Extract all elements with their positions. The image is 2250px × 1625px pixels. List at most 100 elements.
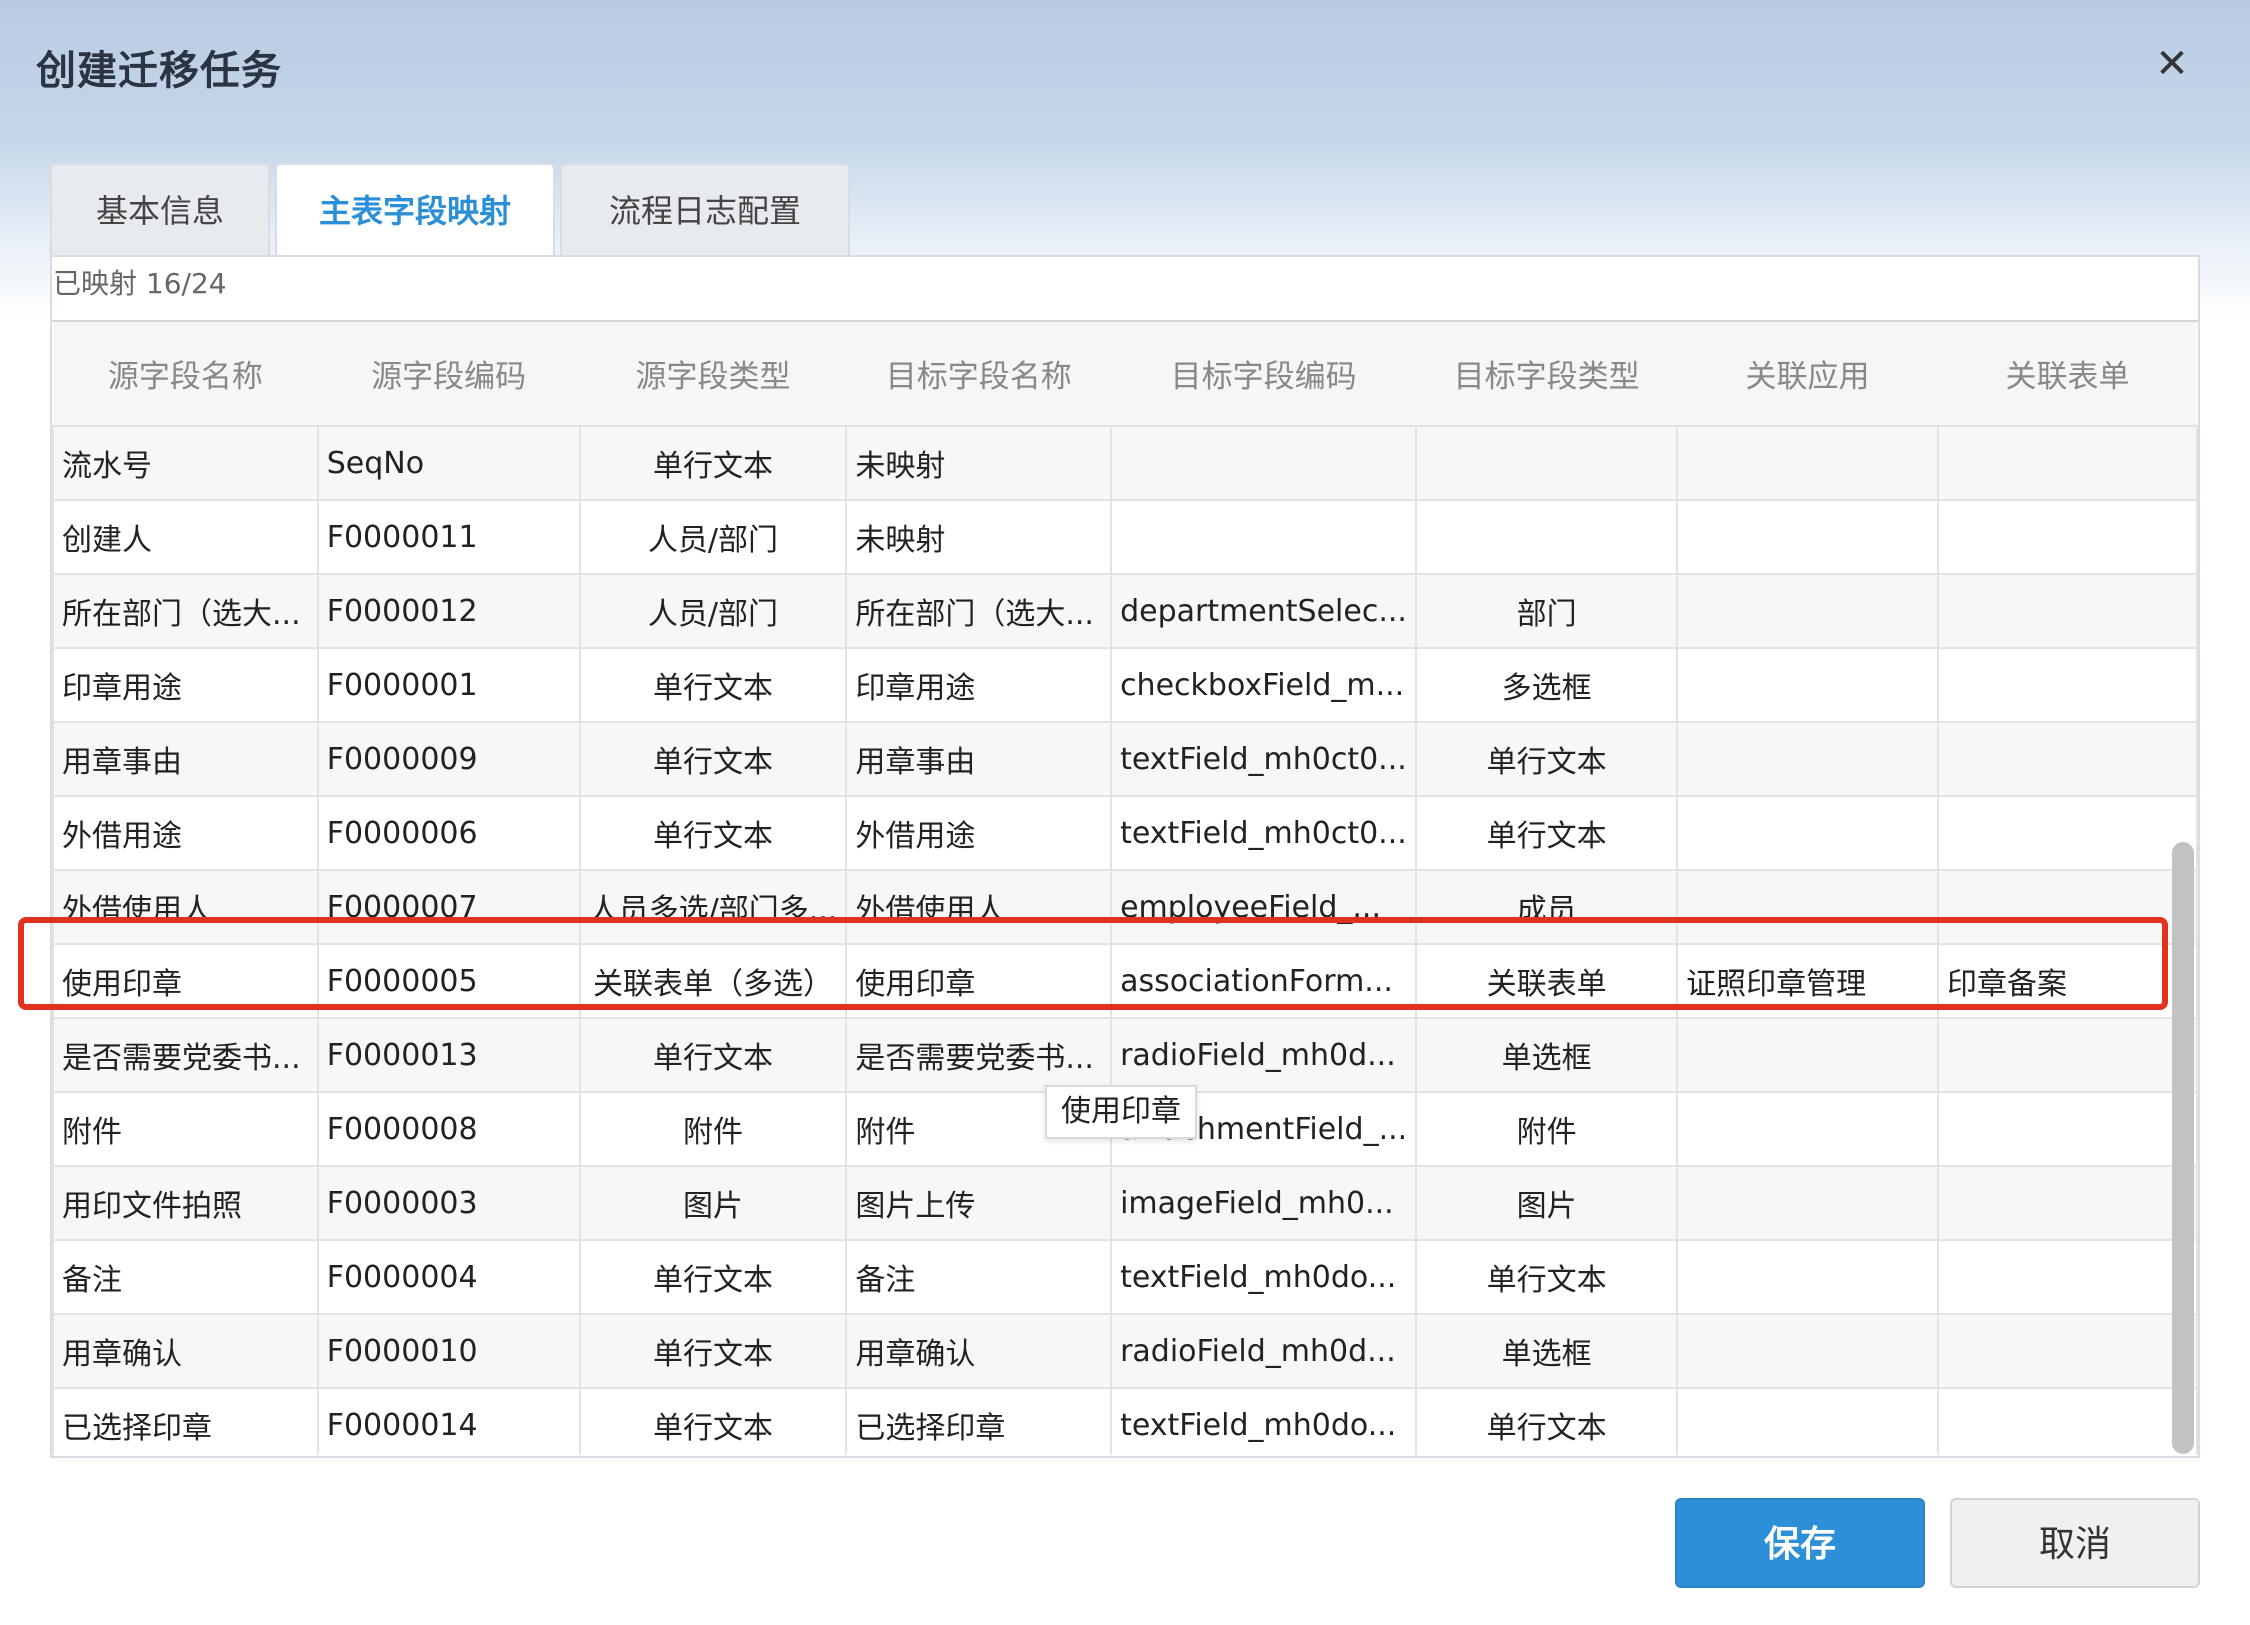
cell-target-field-code: departmentSelec... bbox=[1110, 573, 1418, 649]
table-row[interactable]: 是否需要党委书... F0000013 单行文本 是否需要党委书... radioFie… bbox=[52, 1017, 2198, 1093]
cell-target-field-type: 单行文本 bbox=[1415, 1387, 1679, 1455]
cell-source-field-code: F0000005 bbox=[316, 943, 581, 1019]
cell-linked-app bbox=[1676, 647, 1939, 723]
cell-linked-app bbox=[1676, 721, 1939, 797]
cell-source-field-type: 单行文本 bbox=[578, 425, 848, 501]
cell-source-field-name: 是否需要党委书... bbox=[52, 1017, 319, 1093]
table-row[interactable]: 用印文件拍照 F0000003 图片 图片上传 imageField_mh0... 图片 bbox=[52, 1165, 2198, 1241]
vertical-scrollbar[interactable] bbox=[2172, 842, 2194, 1454]
cell-linked-form bbox=[1936, 1387, 2198, 1455]
table-row[interactable]: 外借用途 F0000006 单行文本 外借用途 textField_mh0ct0... 单… bbox=[52, 795, 2198, 871]
cell-linked-form: 印章备案 bbox=[1936, 943, 2198, 1019]
cell-target-field-type: 多选框 bbox=[1415, 647, 1679, 723]
cell-source-field-code: F0000014 bbox=[316, 1387, 581, 1455]
cell-linked-app: 证照印章管理 bbox=[1676, 943, 1939, 1019]
cell-source-field-name: 用章事由 bbox=[52, 721, 319, 797]
column-header-source-field-name: 源字段名称 bbox=[53, 322, 318, 426]
cell-target-field-code: radioField_mh0d... bbox=[1110, 1313, 1418, 1389]
cell-source-field-type: 人员/部门 bbox=[578, 499, 848, 575]
table-row[interactable]: 用章确认 F0000010 单行文本 用章确认 radioField_mh0d... 单选… bbox=[52, 1313, 2198, 1389]
cell-source-field-name: 用印文件拍照 bbox=[52, 1165, 319, 1241]
cell-target-field-name: 未映射 bbox=[845, 499, 1113, 575]
cell-source-field-code: F0000001 bbox=[316, 647, 581, 723]
cell-target-field-type: 单行文本 bbox=[1415, 721, 1679, 797]
cell-linked-app bbox=[1676, 1239, 1939, 1315]
cell-source-field-type: 人员多选/部门多... bbox=[578, 869, 848, 945]
table-row[interactable]: 使用印章 F0000005 关联表单（多选） 使用印章 associationForm.… bbox=[52, 943, 2198, 1019]
cell-target-field-type: 成员 bbox=[1415, 869, 1679, 945]
cell-linked-form bbox=[1936, 1017, 2198, 1093]
cell-target-field-code bbox=[1110, 499, 1418, 575]
mapped-count-text: 已映射 16/24 bbox=[53, 267, 227, 300]
cell-source-field-code: F0000010 bbox=[316, 1313, 581, 1389]
cell-source-field-name: 流水号 bbox=[52, 425, 319, 501]
cell-source-field-code: SeqNo bbox=[316, 425, 581, 501]
cell-target-field-name: 图片上传 bbox=[845, 1165, 1113, 1241]
cell-source-field-code: F0000011 bbox=[316, 499, 581, 575]
cell-source-field-type: 附件 bbox=[578, 1091, 848, 1167]
cell-target-field-code: textField_mh0ct0... bbox=[1110, 795, 1418, 871]
cell-linked-form bbox=[1936, 869, 2198, 945]
cell-source-field-type: 关联表单（多选） bbox=[578, 943, 848, 1019]
cell-tooltip: 使用印章 bbox=[1045, 1085, 1197, 1139]
column-header-source-field-type: 源字段类型 bbox=[579, 322, 847, 426]
tab-basic-info[interactable]: 基本信息 bbox=[50, 163, 270, 255]
cell-source-field-code: F0000006 bbox=[316, 795, 581, 871]
cell-source-field-name: 所在部门（选大... bbox=[52, 573, 319, 649]
cell-linked-form bbox=[1936, 1165, 2198, 1241]
cell-source-field-name: 印章用途 bbox=[52, 647, 319, 723]
cell-source-field-code: F0000007 bbox=[316, 869, 581, 945]
table-row[interactable]: 印章用途 F0000001 单行文本 印章用途 checkboxField_m... 多选… bbox=[52, 647, 2198, 723]
column-header-target-field-type: 目标字段类型 bbox=[1416, 322, 1678, 426]
cell-linked-app bbox=[1676, 1091, 1939, 1167]
cell-target-field-type: 部门 bbox=[1415, 573, 1679, 649]
close-icon[interactable]: ✕ bbox=[2152, 44, 2192, 84]
table-row[interactable]: 已选择印章 F0000014 单行文本 已选择印章 textField_mh0do...… bbox=[52, 1387, 2198, 1455]
cell-target-field-code: checkboxField_m... bbox=[1110, 647, 1418, 723]
cell-target-field-name: 用章事由 bbox=[845, 721, 1113, 797]
cell-source-field-type: 单行文本 bbox=[578, 1313, 848, 1389]
cell-source-field-type: 单行文本 bbox=[578, 1239, 848, 1315]
table-row[interactable]: 创建人 F0000011 人员/部门 未映射 bbox=[52, 499, 2198, 575]
cell-source-field-code: F0000012 bbox=[316, 573, 581, 649]
cell-linked-form bbox=[1936, 1091, 2198, 1167]
cell-source-field-name: 用章确认 bbox=[52, 1313, 319, 1389]
column-header-linked-form: 关联表单 bbox=[1937, 322, 2197, 426]
table-row[interactable]: 用章事由 F0000009 单行文本 用章事由 textField_mh0ct0... 单… bbox=[52, 721, 2198, 797]
cell-linked-app bbox=[1676, 1313, 1939, 1389]
tab-process-log-config[interactable]: 流程日志配置 bbox=[560, 163, 850, 255]
cell-source-field-name: 附件 bbox=[52, 1091, 319, 1167]
cell-source-field-type: 单行文本 bbox=[578, 1387, 848, 1455]
table-row[interactable]: 备注 F0000004 单行文本 备注 textField_mh0do... 单行文本 bbox=[52, 1239, 2198, 1315]
column-header-source-field-code: 源字段编码 bbox=[317, 322, 580, 426]
save-button[interactable]: 保存 bbox=[1675, 1498, 1925, 1588]
table-row[interactable]: 外借使用人 F0000007 人员多选/部门多... 外借使用人 employeeFie… bbox=[52, 869, 2198, 945]
table-row[interactable]: 所在部门（选大... F0000012 人员/部门 所在部门（选大... departm… bbox=[52, 573, 2198, 649]
cell-source-field-name: 外借用途 bbox=[52, 795, 319, 871]
cancel-button[interactable]: 取消 bbox=[1950, 1498, 2200, 1588]
cell-target-field-code: associationForm... bbox=[1110, 943, 1418, 1019]
cell-target-field-type bbox=[1415, 499, 1679, 575]
cell-target-field-type: 单选框 bbox=[1415, 1313, 1679, 1389]
cell-source-field-code: F0000004 bbox=[316, 1239, 581, 1315]
cell-target-field-type: 关联表单 bbox=[1415, 943, 1679, 1019]
column-header-target-field-name: 目标字段名称 bbox=[846, 322, 1112, 426]
cell-source-field-type: 图片 bbox=[578, 1165, 848, 1241]
cell-linked-form bbox=[1936, 1313, 2198, 1389]
tab-main-field-mapping[interactable]: 主表字段映射 bbox=[275, 163, 555, 255]
table-row[interactable]: 流水号 SeqNo 单行文本 未映射 bbox=[52, 425, 2198, 501]
cell-linked-form bbox=[1936, 573, 2198, 649]
cell-target-field-code: radioField_mh0d... bbox=[1110, 1017, 1418, 1093]
cell-linked-app bbox=[1676, 573, 1939, 649]
cell-source-field-type: 单行文本 bbox=[578, 721, 848, 797]
cell-target-field-name: 印章用途 bbox=[845, 647, 1113, 723]
cell-source-field-code: F0000003 bbox=[316, 1165, 581, 1241]
cell-target-field-name: 外借用途 bbox=[845, 795, 1113, 871]
cell-target-field-type bbox=[1415, 425, 1679, 501]
cell-linked-form bbox=[1936, 425, 2198, 501]
cell-source-field-name: 已选择印章 bbox=[52, 1387, 319, 1455]
column-header-linked-app: 关联应用 bbox=[1677, 322, 1938, 426]
cell-target-field-type: 图片 bbox=[1415, 1165, 1679, 1241]
cell-linked-form bbox=[1936, 721, 2198, 797]
cell-source-field-type: 人员/部门 bbox=[578, 573, 848, 649]
